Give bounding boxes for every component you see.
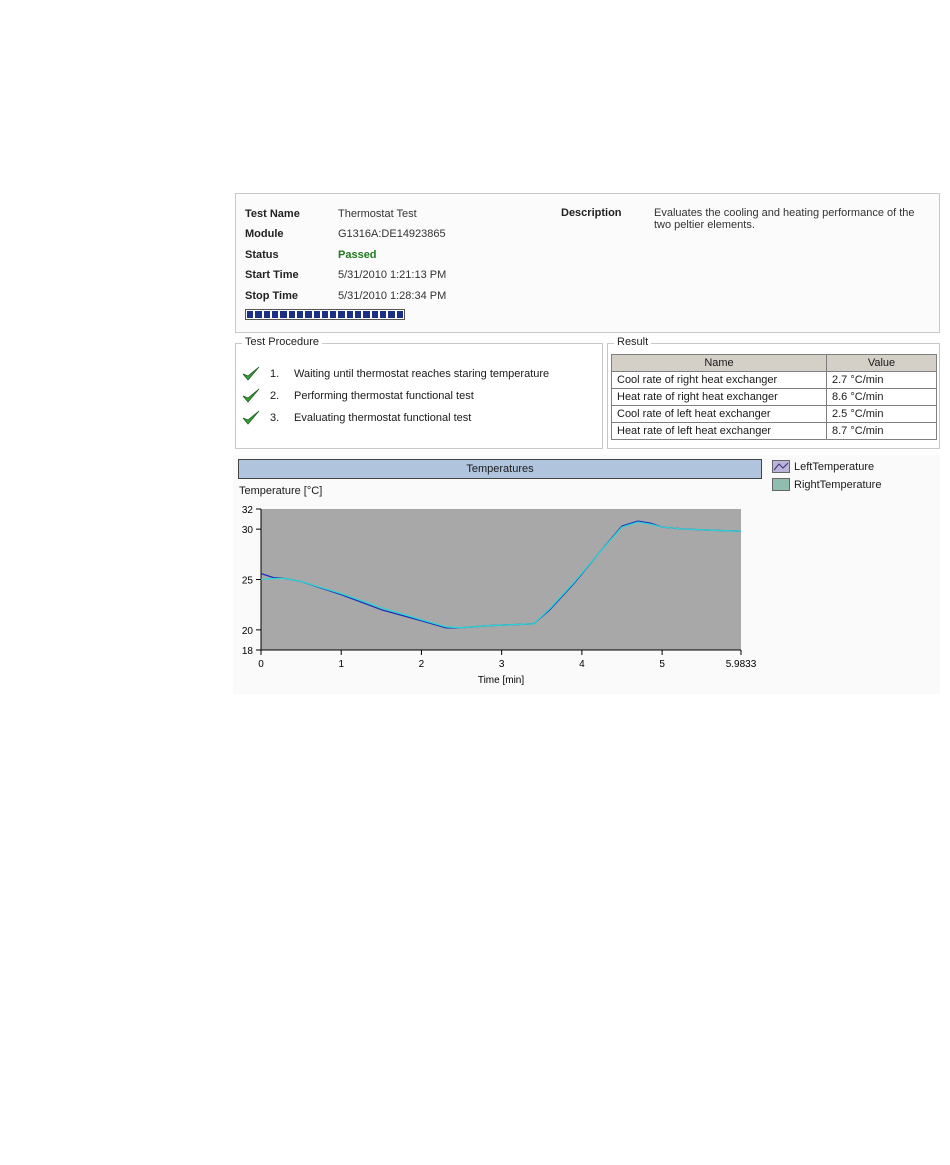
procedure-step-number: 2. <box>270 390 280 402</box>
progress-segment <box>305 311 312 318</box>
legend-swatch-left-icon <box>772 460 790 473</box>
x-tick-label: 2 <box>419 659 425 670</box>
table-row[interactable]: Heat rate of left heat exchanger 8.7 °C/m… <box>611 422 937 440</box>
legend-label-left: LeftTemperature <box>794 460 875 473</box>
result-value-cell: 2.5 °C/min <box>826 405 937 423</box>
progress-segment <box>346 311 354 318</box>
x-tick-label: 1 <box>338 659 344 670</box>
test-procedure-group: Test Procedure 1. Waiting until thermosta… <box>235 336 603 449</box>
progress-segment <box>255 311 262 318</box>
y-axis-label: Temperature [°C] <box>239 485 323 497</box>
progress-segment <box>271 311 279 318</box>
status-badge: Passed <box>338 249 377 261</box>
x-tick-label: 5 <box>659 659 665 670</box>
legend-swatch-right-icon <box>772 478 790 491</box>
result-title: Result <box>614 336 652 348</box>
y-tick-label: 30 <box>242 525 254 536</box>
stop-time-label: Stop Time <box>245 290 298 302</box>
description-label: Description <box>561 207 622 219</box>
procedure-step-number: 3. <box>270 412 280 424</box>
plot-area <box>261 509 741 650</box>
progress-segment <box>280 311 287 318</box>
result-group: Result Name Value Cool rate of right hea… <box>607 336 940 449</box>
status-label: Status <box>245 249 279 261</box>
result-name-cell: Heat rate of left heat exchanger <box>611 422 827 440</box>
result-name-cell: Cool rate of right heat exchanger <box>611 371 827 389</box>
progress-segment <box>296 311 304 318</box>
progress-segment <box>371 311 378 318</box>
result-name-cell: Heat rate of right heat exchanger <box>611 388 827 406</box>
progress-bar <box>245 309 405 320</box>
y-tick-label: 20 <box>242 626 254 637</box>
x-tick-label: 3 <box>499 659 505 670</box>
progress-segment <box>330 311 337 318</box>
test-name-value: Thermostat Test <box>338 208 417 220</box>
start-time-label: Start Time <box>245 269 299 281</box>
test-info-panel: Test Name Thermostat Test Module G1316A:… <box>235 193 940 333</box>
test-procedure-title: Test Procedure <box>242 336 322 348</box>
x-axis-label: Time [min] <box>478 675 525 686</box>
progress-segment <box>313 311 320 318</box>
x-tick-label: 0 <box>258 659 264 670</box>
module-label: Module <box>245 228 284 240</box>
description-value: Evaluates the cooling and heating perfor… <box>654 207 915 231</box>
result-name-cell: Cool rate of left heat exchanger <box>611 405 827 423</box>
progress-segment <box>338 311 345 318</box>
progress-segment <box>263 311 270 318</box>
result-value-cell: 8.6 °C/min <box>826 388 937 406</box>
procedure-step: 1. Waiting until thermostat reaches stari… <box>242 366 549 382</box>
progress-segment <box>321 311 329 318</box>
table-row[interactable]: Cool rate of left heat exchanger 2.5 °C/m… <box>611 405 937 423</box>
chart-title: Temperatures <box>238 459 762 479</box>
legend-label-right: RightTemperature <box>794 478 882 491</box>
check-icon <box>242 410 260 425</box>
procedure-step-text: Evaluating thermostat functional test <box>294 412 472 424</box>
progress-segment <box>363 311 370 318</box>
procedure-step-text: Waiting until thermostat reaches staring… <box>294 368 550 380</box>
column-header-name[interactable]: Name <box>611 354 827 372</box>
y-tick-label: 18 <box>242 646 254 657</box>
progress-segment <box>380 311 387 318</box>
progress-segment <box>388 311 395 318</box>
procedure-step-number: 1. <box>270 368 280 380</box>
module-value: G1316A:DE14923865 <box>338 228 446 240</box>
progress-segment <box>355 311 362 318</box>
temperature-chart: 18 20 25 30 32 0 1 2 3 4 5 5.9833 Time [min] <box>242 505 757 686</box>
procedure-step-text: Performing thermostat functional test <box>294 390 474 402</box>
procedure-step: 2. Performing thermostat functional test <box>242 388 474 404</box>
progress-segment <box>247 311 254 318</box>
legend-item-right[interactable]: RightTemperature <box>772 478 881 491</box>
progress-segment <box>396 311 403 318</box>
legend-item-left[interactable]: LeftTemperature <box>772 460 874 473</box>
procedure-step: 3. Evaluating thermostat functional test <box>242 410 471 426</box>
result-value-cell: 2.7 °C/min <box>826 371 937 389</box>
result-value-cell: 8.7 °C/min <box>826 422 937 440</box>
test-name-label: Test Name <box>245 208 300 220</box>
x-tick-label: 5.9833 <box>726 659 757 670</box>
check-icon <box>242 366 260 381</box>
check-icon <box>242 388 260 403</box>
x-tick-label: 4 <box>579 659 585 670</box>
y-tick-label: 25 <box>242 576 254 587</box>
column-header-value[interactable]: Value <box>826 354 937 372</box>
start-time-value: 5/31/2010 1:21:13 PM <box>338 269 447 281</box>
y-tick-label: 32 <box>242 505 254 516</box>
table-row[interactable]: Heat rate of right heat exchanger 8.6 °C/… <box>611 388 937 406</box>
result-table: Name Value Cool rate of right heat excha… <box>611 354 937 440</box>
stop-time-value: 5/31/2010 1:28:34 PM <box>338 290 447 302</box>
table-row[interactable]: Cool rate of right heat exchanger 2.7 °C/… <box>611 371 937 389</box>
progress-segment <box>288 311 295 318</box>
